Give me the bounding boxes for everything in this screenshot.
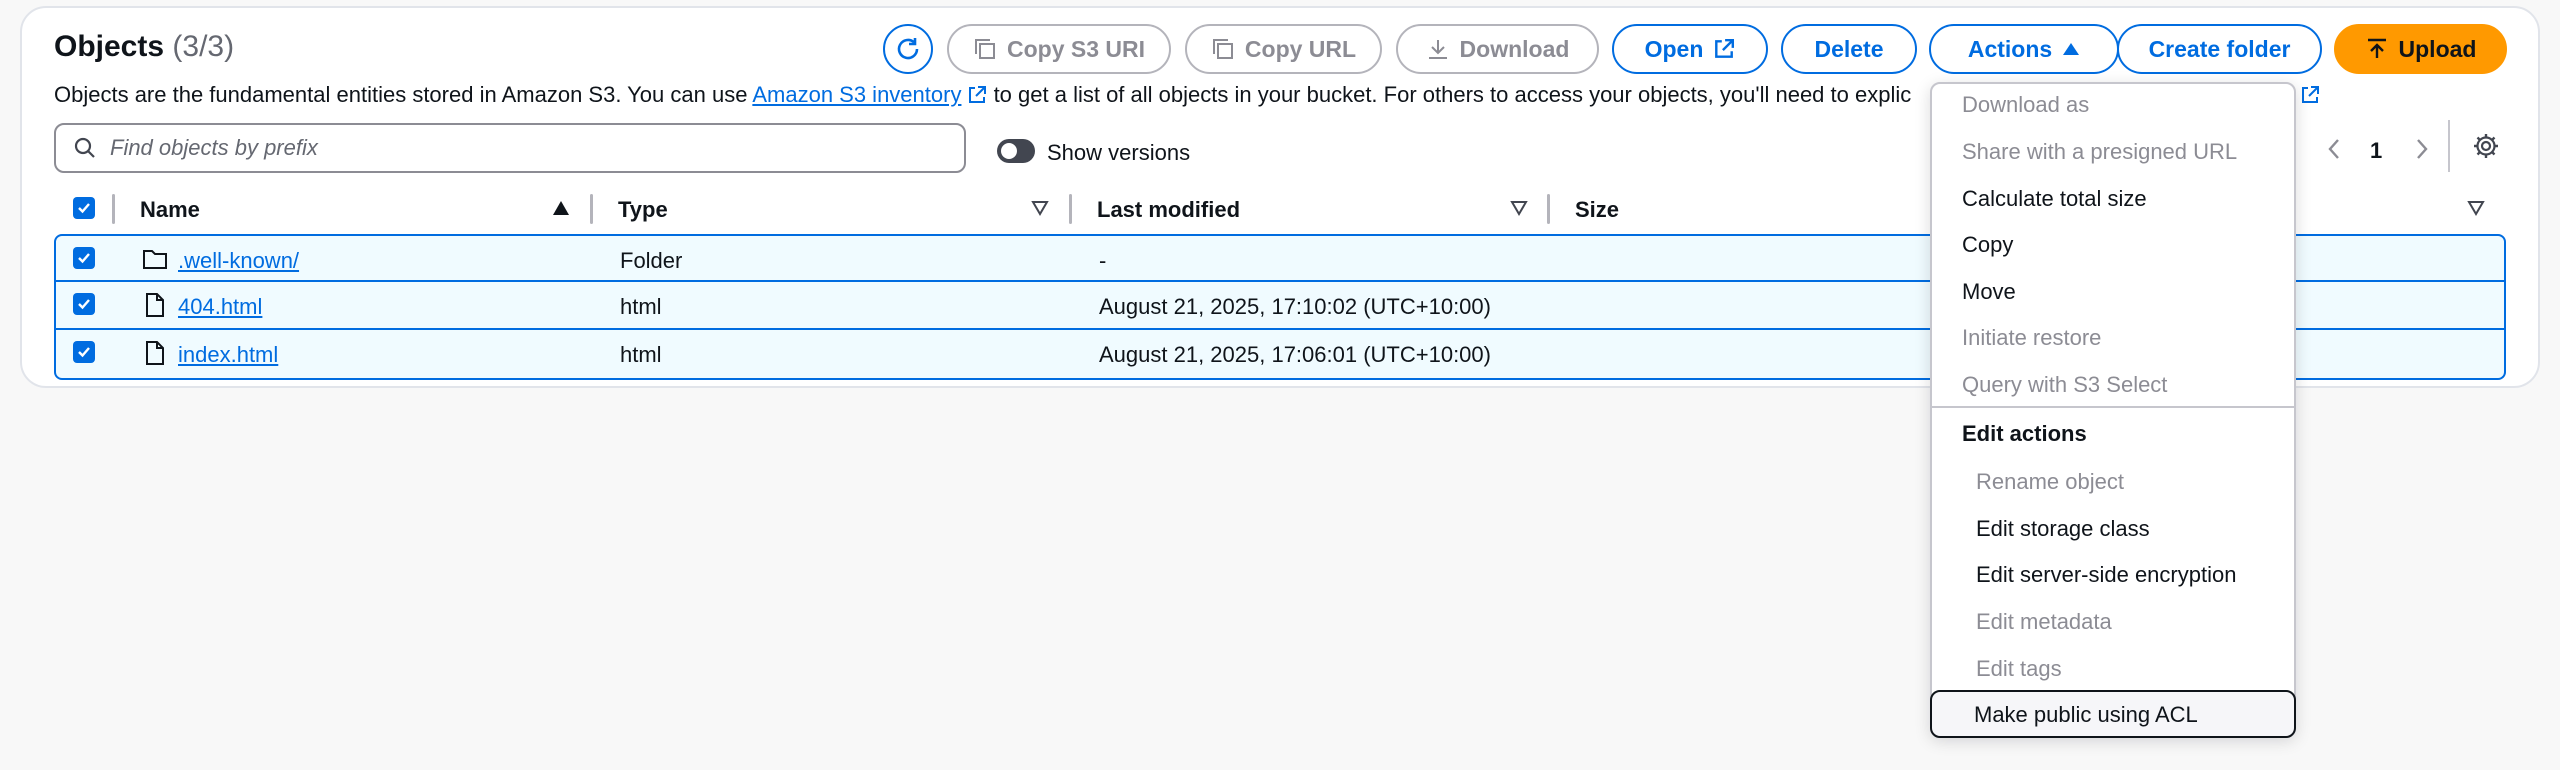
- download-icon: [1428, 40, 1447, 59]
- row-checkbox[interactable]: [73, 341, 95, 363]
- description-text-end: to get a list of all objects in your buc…: [987, 82, 1912, 107]
- row-checkbox[interactable]: [73, 247, 95, 269]
- menu-item-make-public-acl-label: Make public using ACL: [1974, 702, 2198, 727]
- open-button[interactable]: Open: [1612, 24, 1768, 74]
- menu-item-make-public-acl[interactable]: Make public using ACL: [1930, 690, 2296, 738]
- row-checkbox[interactable]: [73, 293, 95, 315]
- file-icon: [146, 293, 164, 317]
- download-label: Download: [1459, 35, 1570, 62]
- object-type: Folder: [620, 248, 683, 273]
- menu-item-move[interactable]: Move: [1962, 279, 2016, 305]
- object-type: html: [620, 294, 662, 319]
- selection-count: (3/3): [172, 30, 235, 63]
- sort-ascending-icon[interactable]: [552, 200, 570, 216]
- menu-divider: [1932, 406, 2294, 408]
- menu-item-share-presigned-url[interactable]: Share with a presigned URL: [1962, 139, 2237, 165]
- refresh-icon: [897, 38, 919, 60]
- inventory-link[interactable]: Amazon S3 inventory: [752, 82, 961, 107]
- checkmark-icon: [78, 347, 90, 358]
- actions-dropdown-menu: Download as Share with a presigned URL C…: [1930, 82, 2296, 738]
- upload-label: Upload: [2398, 35, 2477, 62]
- create-folder-label: Create folder: [2148, 35, 2291, 62]
- copy-icon: [1212, 39, 1233, 59]
- show-versions-label: Show versions: [1047, 140, 1191, 165]
- upload-icon: [2367, 38, 2386, 58]
- column-divider: [112, 194, 115, 224]
- copy-s3-uri-button[interactable]: Copy S3 URI: [947, 24, 1171, 74]
- object-last-modified: -: [1099, 248, 1107, 273]
- delete-label: Delete: [1814, 35, 1884, 62]
- refresh-button[interactable]: [883, 24, 933, 74]
- page-title: Objects (3/3): [54, 30, 234, 64]
- sort-icon[interactable]: [1510, 200, 1528, 216]
- object-name-link[interactable]: 404.html: [178, 294, 262, 320]
- menu-item-download-as[interactable]: Download as: [1962, 92, 2089, 118]
- menu-item-initiate-restore[interactable]: Initiate restore: [1962, 325, 2101, 351]
- actions-label: Actions: [1967, 35, 2053, 62]
- sort-icon[interactable]: [1031, 200, 1049, 216]
- delete-button[interactable]: Delete: [1781, 24, 1917, 74]
- column-header-size[interactable]: Size: [1575, 197, 1619, 223]
- upload-button[interactable]: Upload: [2334, 24, 2507, 74]
- menu-item-edit-storage-class[interactable]: Edit storage class: [1976, 516, 2150, 542]
- download-button[interactable]: Download: [1396, 24, 1599, 74]
- menu-item-edit-sse[interactable]: Edit server-side encryption: [1976, 562, 2236, 588]
- external-link-icon: [969, 86, 987, 103]
- current-page[interactable]: 1: [2370, 138, 2382, 164]
- gear-icon[interactable]: [2472, 132, 2500, 160]
- title-text: Objects: [54, 30, 165, 63]
- description-text-start: Objects are the fundamental entities sto…: [54, 82, 753, 107]
- object-name-link[interactable]: index.html: [178, 342, 278, 368]
- pager-divider: [2448, 120, 2450, 172]
- search-placeholder: Find objects by prefix: [110, 135, 318, 160]
- checkmark-icon: [78, 203, 90, 214]
- menu-item-query-s3-select[interactable]: Query with S3 Select: [1962, 372, 2167, 398]
- search-input[interactable]: Find objects by prefix: [54, 123, 966, 173]
- object-last-modified: August 21, 2025, 17:10:02 (UTC+10:00): [1099, 294, 1491, 319]
- create-folder-button[interactable]: Create folder: [2117, 24, 2322, 74]
- object-last-modified: August 21, 2025, 17:06:01 (UTC+10:00): [1099, 342, 1491, 367]
- column-header-name[interactable]: Name: [140, 197, 200, 223]
- external-link-icon: [2301, 86, 2319, 103]
- search-icon: [74, 137, 95, 158]
- checkmark-icon: [78, 299, 90, 310]
- select-all-checkbox[interactable]: [73, 197, 95, 219]
- menu-item-edit-tags[interactable]: Edit tags: [1976, 656, 2062, 682]
- column-header-type[interactable]: Type: [618, 197, 668, 223]
- file-icon: [146, 341, 164, 365]
- menu-item-calculate-total-size[interactable]: Calculate total size: [1962, 186, 2147, 212]
- external-link-icon: [1715, 38, 1735, 58]
- object-name-link[interactable]: .well-known/: [178, 248, 299, 274]
- open-label: Open: [1644, 35, 1704, 62]
- show-versions-toggle[interactable]: [997, 139, 1035, 163]
- menu-item-rename-object[interactable]: Rename object: [1976, 469, 2124, 495]
- menu-item-edit-metadata[interactable]: Edit metadata: [1976, 609, 2112, 635]
- menu-item-copy[interactable]: Copy: [1962, 232, 2013, 258]
- copy-s3-uri-label: Copy S3 URI: [1006, 35, 1146, 62]
- object-type: html: [620, 342, 662, 367]
- folder-icon: [143, 250, 167, 269]
- column-header-last-modified[interactable]: Last modified: [1097, 197, 1240, 223]
- chevron-left-icon[interactable]: [2322, 134, 2346, 164]
- column-divider[interactable]: [590, 194, 593, 224]
- sort-icon[interactable]: [2467, 200, 2485, 216]
- caret-up-icon: [2063, 43, 2080, 55]
- menu-group-edit-actions: Edit actions: [1962, 421, 2087, 446]
- copy-url-label: Copy URL: [1244, 35, 1357, 62]
- column-divider[interactable]: [1069, 194, 1072, 224]
- copy-url-button[interactable]: Copy URL: [1185, 24, 1382, 74]
- actions-button[interactable]: Actions: [1929, 24, 2119, 74]
- checkmark-icon: [78, 253, 90, 264]
- column-divider[interactable]: [1547, 194, 1550, 224]
- chevron-right-icon[interactable]: [2410, 134, 2434, 164]
- description: Objects are the fundamental entities sto…: [54, 82, 1911, 108]
- copy-icon: [974, 39, 995, 59]
